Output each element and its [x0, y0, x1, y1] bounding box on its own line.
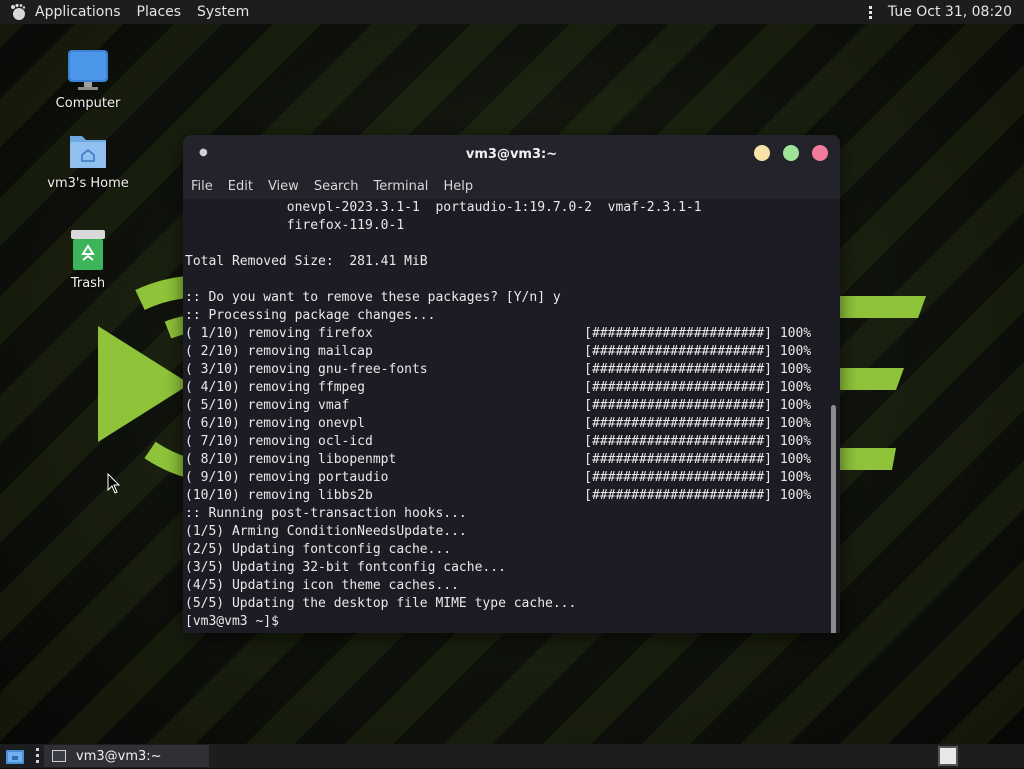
menu-search[interactable]: Search [314, 179, 359, 194]
terminal-icon [52, 750, 66, 762]
desktop-icon-home[interactable]: vm3's Home [43, 128, 133, 191]
logo-triangle [98, 326, 190, 442]
terminal-line: :: Processing package changes... [185, 308, 436, 323]
clock[interactable]: Tue Oct 31, 08:20 [888, 4, 1012, 20]
window-menu-icon[interactable]: ● [199, 147, 208, 158]
window-title: vm3@vm3:~ [465, 146, 558, 162]
desktop-icon-trash[interactable]: Trash [43, 228, 133, 291]
window-titlebar[interactable]: ● vm3@vm3:~ [183, 135, 840, 173]
terminal-line: ( 6/10) removing onevpl [###############… [185, 416, 812, 431]
logo-e-mid [840, 368, 904, 390]
terminal-line: ( 2/10) removing mailcap [##############… [185, 344, 812, 359]
terminal-line: (1/5) Arming ConditionNeedsUpdate... [185, 524, 467, 539]
mouse-cursor-icon [107, 473, 121, 494]
places-menu[interactable]: Places [137, 4, 182, 20]
terminal-line: :: Do you want to remove these packages?… [185, 290, 561, 305]
terminal-line: ( 3/10) removing gnu-free-fonts [#######… [185, 362, 812, 377]
terminal-line: Total Removed Size: 281.41 MiB [185, 254, 428, 269]
logo-e-top [840, 296, 926, 318]
applications-menu[interactable]: Applications [35, 4, 121, 20]
taskbar-item-terminal[interactable]: vm3@vm3:~ [44, 745, 209, 767]
terminal-output[interactable]: onevpl-2023.3.1-1 portaudio-1:19.7.0-2 v… [183, 199, 840, 633]
menu-terminal[interactable]: Terminal [373, 179, 428, 194]
desktop-icon-label: Trash [70, 276, 106, 291]
terminal-line: ( 4/10) removing ffmpeg [###############… [185, 380, 812, 395]
terminal-line: (4/5) Updating icon theme caches... [185, 578, 459, 593]
desktop-icon-computer[interactable]: Computer [43, 48, 133, 111]
terminal-line: (2/5) Updating fontconfig cache... [185, 542, 452, 557]
desktop-icon-label: Computer [55, 96, 121, 111]
terminal-scrollbar[interactable] [831, 405, 836, 633]
close-button[interactable] [812, 145, 828, 161]
panel-handle-icon[interactable] [864, 2, 878, 22]
terminal-prompt[interactable]: [vm3@vm3 ~]$ [185, 613, 840, 631]
menu-help[interactable]: Help [443, 179, 473, 194]
terminal-line: ( 1/10) removing firefox [##############… [185, 326, 812, 341]
desktop-icon-label: vm3's Home [47, 176, 129, 191]
terminal-line: onevpl-2023.3.1-1 portaudio-1:19.7.0-2 v… [185, 200, 702, 215]
terminal-line: ( 8/10) removing libopenmpt [###########… [185, 452, 812, 467]
logo-e-bottom [840, 448, 896, 470]
panel-separator[interactable] [36, 748, 39, 764]
terminal-line: (3/5) Updating 32-bit fontconfig cache..… [185, 560, 506, 575]
taskbar-item-label: vm3@vm3:~ [76, 748, 162, 764]
terminal-line: ( 9/10) removing portaudio [############… [185, 470, 812, 485]
terminal-menubar: File Edit View Search Terminal Help [183, 173, 840, 199]
terminal-line: :: Running post-transaction hooks... [185, 506, 467, 521]
menu-edit[interactable]: Edit [228, 179, 253, 194]
monitor-icon [66, 48, 110, 92]
terminal-window[interactable]: ● vm3@vm3:~ File Edit View Search Termin… [183, 135, 840, 633]
workspace-switcher[interactable] [938, 746, 958, 766]
menu-file[interactable]: File [191, 179, 213, 194]
minimize-button[interactable] [754, 145, 770, 161]
terminal-line: firefox-119.0-1 [185, 218, 405, 233]
top-panel: Applications Places System Tue Oct 31, 0… [0, 0, 1024, 24]
terminal-line: ( 7/10) removing ocl-icd [##############… [185, 434, 812, 449]
bottom-panel: vm3@vm3:~ [0, 744, 1024, 768]
terminal-line: ( 5/10) removing vmaf [#################… [185, 398, 812, 413]
trash-icon [66, 228, 110, 272]
show-desktop-icon[interactable] [5, 747, 25, 765]
system-menu[interactable]: System [197, 4, 249, 20]
terminal-line: (5/5) Updating the desktop file MIME typ… [185, 596, 577, 611]
gnome-foot-icon[interactable] [8, 2, 28, 22]
maximize-button[interactable] [783, 145, 799, 161]
home-folder-icon [66, 128, 110, 172]
terminal-line: (10/10) removing libbs2b [##############… [185, 488, 812, 503]
menu-view[interactable]: View [268, 179, 299, 194]
